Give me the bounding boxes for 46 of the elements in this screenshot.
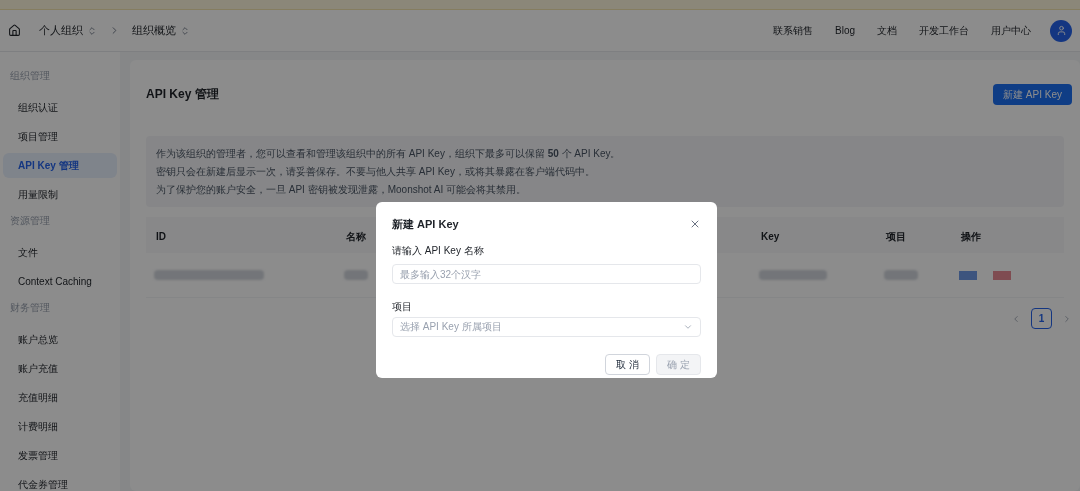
column-header: Key (761, 231, 780, 242)
avatar-button[interactable] (1050, 19, 1072, 42)
column-header: 操作 (961, 231, 981, 242)
updown-icon (180, 25, 190, 36)
page-number[interactable]: 1 (1031, 308, 1052, 329)
sidebar-item[interactable]: 组织认证 (3, 95, 117, 120)
next-page-icon[interactable] (1062, 313, 1072, 324)
sidebar-item[interactable]: 充值明细 (3, 385, 117, 410)
breadcrumb-dropdown[interactable]: 个人组织 (39, 22, 97, 39)
column-header: 名称 (346, 231, 366, 242)
dialog-title: 新建 API Key (392, 217, 459, 232)
field-label: 项目 (392, 299, 413, 314)
sidebar-item[interactable]: Context Caching (3, 269, 117, 294)
sidebar-item[interactable]: 计费明细 (3, 414, 117, 439)
column-header: ID (156, 231, 166, 242)
sidebar-item[interactable]: 文件 (3, 240, 117, 265)
nav-link[interactable]: 开发工作台 (919, 23, 969, 38)
nav-link[interactable]: Blog (835, 23, 855, 38)
home-icon[interactable] (8, 24, 21, 37)
user-icon (1055, 25, 1067, 36)
sidebar-item[interactable]: 代金券管理 (3, 472, 117, 491)
sidebar-item[interactable]: 用量限制 (3, 182, 117, 207)
redacted-text (759, 270, 827, 280)
new-api-key-button[interactable]: 新建 API Key (993, 83, 1072, 105)
nav-link[interactable]: 文档 (877, 23, 897, 38)
sidebar-item[interactable]: API Key 管理 (3, 153, 117, 178)
project-select[interactable]: 选择 API Key 所属项目 (392, 316, 701, 337)
edit-action[interactable] (959, 270, 977, 280)
info-text: 作为该组织的管理者，您可以查看和管理该组织中的所有 API Key，组织下最多可以保留 50 个 API Key。 (156, 147, 622, 161)
updown-icon (87, 25, 97, 36)
page-title: API Key 管理 (146, 86, 219, 103)
sidebar-item[interactable]: 项目管理 (3, 124, 117, 149)
redacted-text (884, 270, 918, 280)
redacted-text (344, 270, 368, 280)
column-header: 项目 (886, 231, 906, 242)
dialog-button[interactable]: 取 消 (605, 353, 651, 375)
name-input[interactable]: 最多输入32个汉字 (392, 264, 701, 284)
field-label: 请输入 API Key 名称 (392, 243, 485, 258)
sidebar-item[interactable]: 发票管理 (3, 443, 117, 468)
delete-action[interactable] (993, 270, 1011, 280)
sidebar-item[interactable]: 账户总览 (3, 327, 117, 352)
breadcrumb-dropdown[interactable]: 组织概览 (132, 22, 190, 39)
sidebar-item[interactable]: 账户充值 (3, 356, 117, 381)
nav-link[interactable]: 用户中心 (991, 23, 1031, 38)
nav-link[interactable]: 联系销售 (773, 23, 813, 38)
previous-page-icon[interactable] (1011, 313, 1021, 324)
